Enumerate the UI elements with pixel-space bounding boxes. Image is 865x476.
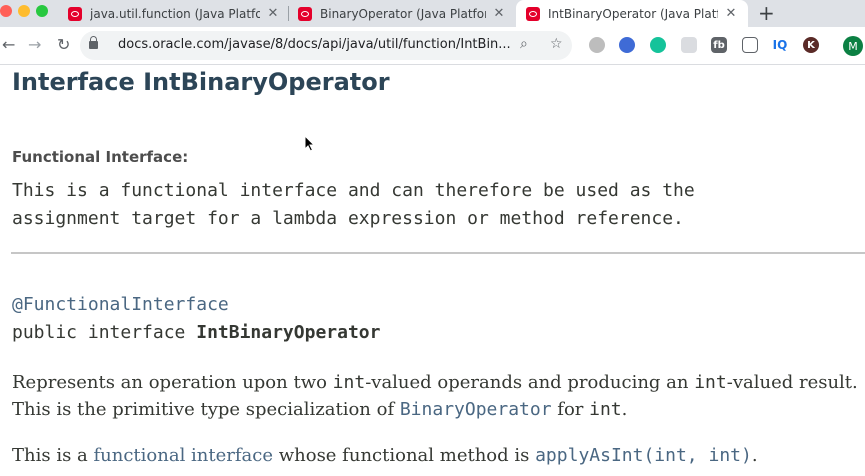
bookmark-star-icon[interactable]: ☆: [550, 36, 563, 52]
close-tab-icon[interactable]: ✕: [266, 6, 280, 21]
mouse-cursor-icon: [304, 135, 316, 152]
extension-icon[interactable]: [681, 37, 697, 53]
url-text: docs.oracle.com/javase/8/docs/api/java/u…: [118, 37, 511, 52]
close-tab-icon[interactable]: ✕: [724, 6, 738, 21]
interface-declaration: public interface IntBinaryOperator: [12, 322, 380, 343]
minimize-window-button[interactable]: [18, 5, 30, 17]
binaryoperator-link[interactable]: BinaryOperator: [400, 399, 552, 420]
tab-intbinaryoperator[interactable]: IntBinaryOperator (Java Platfor ✕: [516, 0, 748, 27]
oracle-favicon-icon: [298, 6, 312, 21]
tab-title: BinaryOperator (Java Platform: [320, 6, 486, 21]
functional-text-line: assignment target for a lambda expressio…: [12, 208, 684, 229]
pocket-icon[interactable]: [742, 37, 758, 53]
description-paragraph: Represents an operation upon two int-val…: [12, 369, 862, 423]
page-content: Interface IntBinaryOperator Functional I…: [0, 65, 865, 476]
fb-extension-icon[interactable]: fb: [711, 37, 727, 53]
functional-interface-link[interactable]: functional interface: [93, 445, 273, 466]
tab-title: IntBinaryOperator (Java Platfor: [548, 6, 718, 21]
grammarly-icon[interactable]: [650, 37, 666, 53]
code-text: int: [694, 372, 727, 393]
desc-text: This is a: [12, 445, 94, 466]
oracle-favicon-icon: [526, 6, 540, 21]
applyasint-link[interactable]: applyAsInt(int, int): [535, 445, 752, 466]
tab-java-util-function[interactable]: java.util.function (Java Platform ✕: [66, 0, 282, 27]
iq-extension-icon[interactable]: IQ: [772, 37, 788, 53]
browser-toolbar: ← → ↻ docs.oracle.com/javase/8/docs/api/…: [0, 27, 865, 65]
extension-icon[interactable]: [619, 37, 635, 53]
extension-icon[interactable]: [589, 37, 605, 53]
declaration-prefix: public interface: [12, 322, 197, 343]
desc-text: .: [751, 445, 758, 466]
address-bar[interactable]: docs.oracle.com/javase/8/docs/api/java/u…: [80, 31, 572, 60]
desc-text: .: [621, 399, 628, 420]
annotation-text: @FunctionalInterface: [12, 294, 229, 315]
tab-separator: [288, 6, 289, 21]
page-title: Interface IntBinaryOperator: [12, 68, 390, 96]
k-extension-icon[interactable]: K: [803, 37, 819, 53]
new-tab-button[interactable]: +: [758, 1, 775, 25]
functional-interface-label: Functional Interface:: [12, 148, 189, 166]
functional-method-paragraph: This is a functional interface whose fun…: [12, 445, 865, 466]
zoom-window-button[interactable]: [36, 5, 48, 17]
tab-title: java.util.function (Java Platform: [90, 6, 260, 21]
close-tab-icon[interactable]: ✕: [492, 6, 506, 21]
declaration-name: IntBinaryOperator: [196, 322, 381, 343]
zoom-magnifier-icon[interactable]: ⌕: [520, 36, 528, 52]
desc-text: for: [551, 399, 590, 420]
divider: [11, 252, 865, 254]
code-text: int: [589, 399, 622, 420]
close-window-button[interactable]: [0, 5, 12, 17]
profile-avatar[interactable]: M: [843, 36, 863, 56]
back-arrow-icon[interactable]: ←: [2, 35, 15, 55]
reload-icon[interactable]: ↻: [57, 35, 70, 55]
forward-arrow-icon[interactable]: →: [28, 35, 41, 55]
lock-icon: [89, 36, 98, 49]
desc-text: whose functional method is: [273, 445, 536, 466]
oracle-favicon-icon: [68, 6, 82, 21]
functional-interface-text: This is a functional interface and can t…: [12, 177, 695, 233]
tab-binaryoperator[interactable]: BinaryOperator (Java Platform ✕: [296, 0, 508, 27]
desc-text: Represents an operation upon two: [12, 372, 333, 393]
desc-text: -valued operands and producing an: [365, 372, 695, 393]
tab-bar: java.util.function (Java Platform ✕ Bina…: [0, 0, 865, 27]
functional-text-line: This is a functional interface and can t…: [12, 180, 695, 201]
code-text: int: [332, 372, 366, 393]
